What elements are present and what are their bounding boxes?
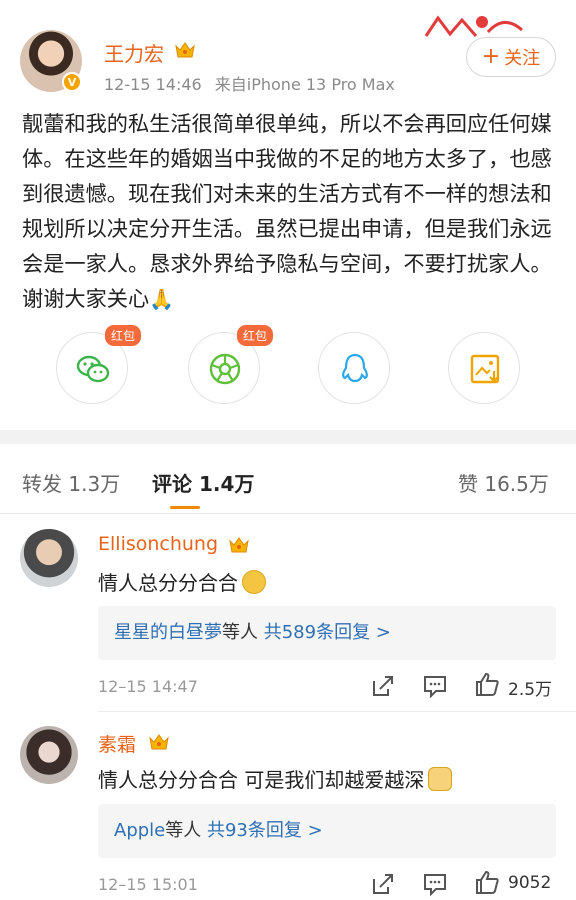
comment-time: 12–15 15:01	[98, 875, 198, 894]
vip-crown-icon	[149, 734, 169, 750]
comment-text: 情人总分分合合	[98, 567, 266, 596]
post-content: 靓蕾和我的私生活很简单很单纯，所以不会再回应任何媒体。在这些年的婚姻当中我做的不…	[22, 106, 554, 317]
verified-badge-icon: V	[62, 72, 82, 92]
reply-user: 星星的白昼夢	[114, 622, 222, 643]
post-time: 12-15 14:46	[104, 75, 202, 94]
commenter-name[interactable]: Ellisonchung	[98, 533, 218, 555]
moments-icon	[209, 353, 241, 385]
share-qq-button[interactable]	[318, 332, 390, 404]
post-meta: 12-15 14:46 来自iPhone 13 Pro Max	[104, 71, 403, 95]
comment-item: 素霜 情人总分分合合 可是我们却越爱越深 Apple等人 共93条回复 > 12…	[0, 712, 576, 900]
redpacket-tag: 红包	[237, 325, 274, 346]
tab-likes[interactable]: 赞 16.5万	[458, 468, 549, 497]
vip-crown-icon	[175, 42, 195, 58]
reply-others: 等人	[165, 820, 202, 841]
plus-icon: +	[481, 44, 501, 69]
reply-others: 等人	[222, 622, 258, 643]
commenter-avatar[interactable]	[20, 529, 78, 587]
wechat-icon	[76, 355, 110, 383]
post-source: 来自iPhone 13 Pro Max	[214, 75, 395, 94]
doge-emoji-icon	[428, 767, 453, 791]
save-image-button[interactable]	[448, 332, 520, 404]
comment-time: 12–15 14:47	[98, 677, 198, 696]
reply-preview[interactable]: Apple等人 共93条回复 >	[98, 804, 556, 858]
redpacket-tag: 红包	[105, 325, 142, 346]
save-image-icon	[470, 354, 500, 384]
share-moments-button[interactable]: 红包	[188, 325, 274, 404]
reply-user: Apple	[114, 820, 166, 841]
comment-text: 情人总分分合合 可是我们却越爱越深	[98, 764, 453, 793]
weibo-post: V 王力宏 12-15 14:46 来自iPhone 13 Pro Max + …	[0, 0, 576, 430]
comment-icon[interactable]	[422, 871, 448, 897]
like-count: 9052	[508, 873, 552, 893]
tab-repost[interactable]: 转发 1.3万	[22, 468, 120, 497]
comment-tabs: 转发 1.3万 评论 1.4万 赞 16.5万	[0, 444, 576, 514]
reply-preview[interactable]: 星星的白昼夢等人 共589条回复 >	[98, 606, 556, 660]
follow-button[interactable]: + 关注	[466, 37, 556, 77]
comment-item: Ellisonchung 情人总分分合合 星星的白昼夢等人 共589条回复 > …	[0, 515, 576, 712]
share-wechat-button[interactable]: 红包	[56, 325, 142, 404]
like-count: 2.5万	[508, 680, 553, 700]
like-thumb-icon[interactable]	[474, 671, 500, 697]
commenter-avatar[interactable]	[20, 726, 78, 784]
vip-crown-icon	[229, 537, 249, 553]
comment-text-body: 情人总分分合合 可是我们却越爱越深	[98, 768, 425, 792]
reply-count: 共589条回复 >	[263, 622, 391, 643]
follow-label: 关注	[504, 48, 541, 69]
post-text: 靓蕾和我的私生活很简单很单纯，所以不会再回应任何媒体。在这些年的婚姻当中我做的不…	[22, 111, 552, 311]
sad-face-emoji-icon	[242, 570, 266, 594]
qq-icon	[342, 353, 368, 383]
comment-icon[interactable]	[422, 673, 448, 699]
commenter-name[interactable]: 素霜	[98, 730, 136, 757]
reply-count: 共93条回复 >	[206, 820, 323, 841]
like-thumb-icon[interactable]	[474, 869, 500, 895]
pray-emoji: 🙏	[149, 287, 175, 311]
repost-icon[interactable]	[370, 871, 396, 897]
author-name[interactable]: 王力宏	[104, 38, 164, 67]
comment-text-body: 情人总分分合合	[98, 571, 238, 595]
tab-indicator	[170, 506, 200, 509]
section-divider	[0, 430, 576, 444]
tab-comments[interactable]: 评论 1.4万	[152, 468, 254, 497]
repost-icon[interactable]	[370, 673, 396, 699]
